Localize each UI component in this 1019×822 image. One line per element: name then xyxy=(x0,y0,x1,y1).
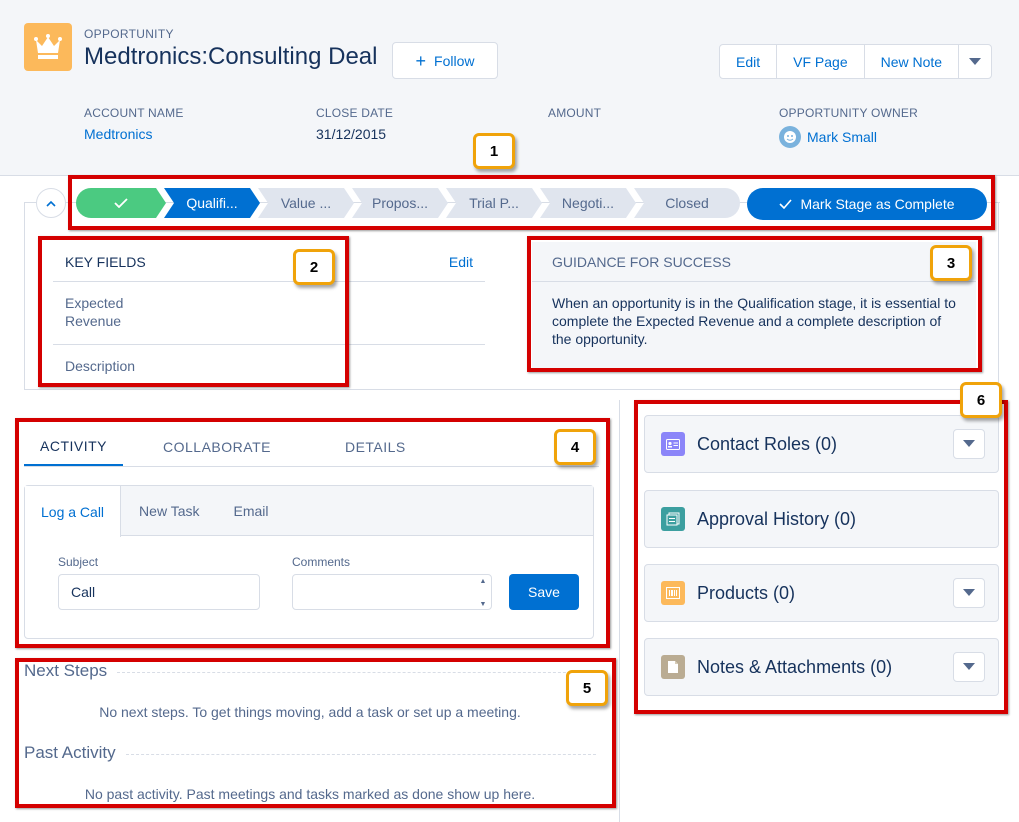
chevron-down-icon xyxy=(969,57,982,65)
key-fields-panel: KEY FIELDS Edit Expected Revenue Descrip… xyxy=(53,242,485,387)
owner-value: Mark Small xyxy=(779,126,918,148)
contact-card-icon xyxy=(661,432,685,456)
comments-label: Comments xyxy=(292,555,351,569)
related-menu-button[interactable] xyxy=(953,429,985,459)
record-tabs: ACTIVITY COLLABORATE DETAILS xyxy=(24,428,594,468)
edit-button[interactable]: Edit xyxy=(720,45,778,78)
activity-composer: Log a Call New Task Email Subject Call C… xyxy=(24,485,594,639)
key-fields-title: KEY FIELDS xyxy=(65,253,146,270)
column-divider xyxy=(619,400,620,822)
vf-page-button[interactable]: VF Page xyxy=(777,45,865,78)
highlight-amount: AMOUNT xyxy=(548,106,601,126)
stage-trial[interactable]: Trial P... xyxy=(446,188,542,218)
account-name-label: ACCOUNT NAME xyxy=(84,106,184,120)
related-menu-button[interactable] xyxy=(953,578,985,608)
owner-label: OPPORTUNITY OWNER xyxy=(779,106,918,120)
record-actions: Edit VF Page New Note xyxy=(719,44,993,79)
guidance-title: GUIDANCE FOR SUCCESS xyxy=(532,242,976,282)
stage-proposal[interactable]: Propos... xyxy=(352,188,448,218)
callout-badge: 2 xyxy=(293,249,335,285)
new-note-button[interactable]: New Note xyxy=(865,45,960,78)
check-icon xyxy=(779,199,793,209)
chevron-down-icon xyxy=(963,663,975,670)
chevron-down-icon xyxy=(963,589,975,596)
plus-icon: + xyxy=(415,50,427,71)
mark-stage-label: Mark Stage as Complete xyxy=(800,196,955,212)
divider xyxy=(117,671,596,673)
path-stages: Qualifi... Value ... Propos... Trial P..… xyxy=(76,188,740,218)
tab-collaborate[interactable]: COLLABORATE xyxy=(147,428,287,466)
past-activity-heading: Past Activity xyxy=(24,743,596,763)
key-fields-edit-link[interactable]: Edit xyxy=(449,254,473,270)
stage-complete[interactable] xyxy=(76,188,166,218)
subject-label: Subject xyxy=(58,555,99,569)
stage-negotiation[interactable]: Negoti... xyxy=(540,188,636,218)
comments-textarea[interactable]: ▲ ▼ xyxy=(292,574,492,610)
tab-activity[interactable]: ACTIVITY xyxy=(24,428,124,466)
highlight-account: ACCOUNT NAME Medtronics xyxy=(84,106,184,142)
expected-revenue-field: Expected Revenue xyxy=(53,282,143,345)
approval-icon xyxy=(661,507,685,531)
avatar xyxy=(779,126,801,148)
divider xyxy=(24,466,599,467)
collapse-path-button[interactable] xyxy=(36,188,66,218)
related-approval-history[interactable]: Approval History (0) xyxy=(644,490,999,548)
description-field: Description xyxy=(53,344,485,387)
tab-details[interactable]: DETAILS xyxy=(329,428,422,466)
related-title: Approval History (0) xyxy=(697,508,857,529)
guidance-text: When an opportunity is in the Qualificat… xyxy=(552,295,956,347)
mark-stage-complete-button[interactable]: Mark Stage as Complete xyxy=(747,188,987,220)
callout-badge: 6 xyxy=(960,382,1002,418)
resize-scroll-icon: ▲ ▼ xyxy=(479,578,487,608)
chevron-down-icon xyxy=(963,440,975,447)
stage-qualification[interactable]: Qualifi... xyxy=(164,188,260,218)
related-title: Notes & Attachments (0) xyxy=(697,656,893,677)
stage-closed[interactable]: Closed xyxy=(634,188,740,218)
divider xyxy=(125,753,596,755)
next-steps-empty: No next steps. To get things moving, add… xyxy=(99,704,521,720)
document-icon xyxy=(661,655,685,679)
subtab-log-a-call[interactable]: Log a Call xyxy=(25,486,122,537)
follow-button[interactable]: + Follow xyxy=(392,42,498,79)
related-title: Products (0) xyxy=(697,582,796,603)
highlight-close-date: CLOSE DATE 31/12/2015 xyxy=(316,106,393,142)
related-products[interactable]: Products (0) xyxy=(644,564,999,622)
past-activity-empty: No past activity. Past meetings and task… xyxy=(84,786,536,802)
object-type-label: OPPORTUNITY xyxy=(84,27,174,41)
crown-icon xyxy=(24,23,72,71)
amount-label: AMOUNT xyxy=(548,106,602,120)
save-button[interactable]: Save xyxy=(509,574,579,610)
key-fields-header: KEY FIELDS Edit xyxy=(53,242,485,282)
close-date-label: CLOSE DATE xyxy=(316,106,394,120)
close-date-value: 31/12/2015 xyxy=(316,126,387,142)
barcode-icon xyxy=(661,581,685,605)
callout-badge: 5 xyxy=(566,670,608,706)
chevron-up-icon xyxy=(46,200,56,207)
subtab-new-task[interactable]: New Task xyxy=(123,486,215,535)
subject-input[interactable]: Call xyxy=(58,574,260,610)
next-steps-title: Next Steps xyxy=(24,661,108,680)
follow-label: Follow xyxy=(434,52,475,69)
record-title: Medtronics:Consulting Deal xyxy=(84,43,378,70)
more-actions-button[interactable] xyxy=(959,45,991,78)
composer-tabs: Log a Call New Task Email xyxy=(25,486,593,537)
callout-badge: 4 xyxy=(554,429,596,465)
callout-badge: 1 xyxy=(473,133,515,169)
stage-value[interactable]: Value ... xyxy=(258,188,354,218)
related-title: Contact Roles (0) xyxy=(697,433,838,454)
account-name-link[interactable]: Medtronics xyxy=(84,126,184,142)
related-contact-roles[interactable]: Contact Roles (0) xyxy=(644,415,999,473)
highlight-owner: OPPORTUNITY OWNER Mark Small xyxy=(779,106,918,148)
past-activity-title: Past Activity xyxy=(24,743,116,762)
check-icon xyxy=(114,198,128,208)
related-menu-button[interactable] xyxy=(953,652,985,682)
subtab-email[interactable]: Email xyxy=(217,486,284,535)
next-steps-heading: Next Steps xyxy=(24,661,596,681)
owner-link[interactable]: Mark Small xyxy=(807,129,877,145)
guidance-panel: GUIDANCE FOR SUCCESS When an opportunity… xyxy=(532,242,976,368)
callout-badge: 3 xyxy=(930,245,972,281)
related-notes-attachments[interactable]: Notes & Attachments (0) xyxy=(644,638,999,696)
